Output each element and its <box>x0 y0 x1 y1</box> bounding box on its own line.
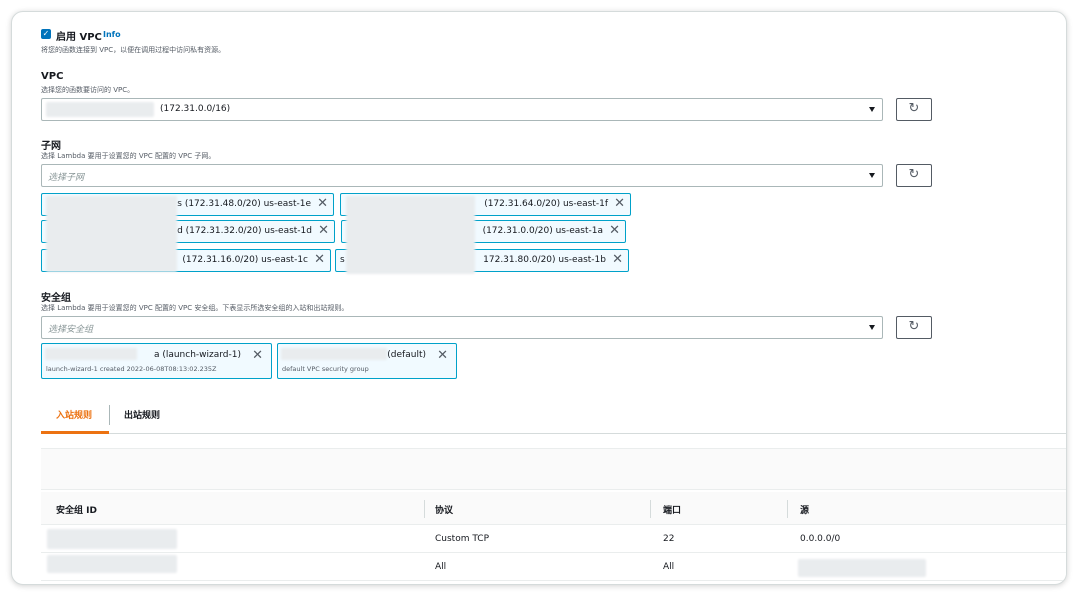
table-toolbar <box>41 448 1066 490</box>
close-icon[interactable]: ✕ <box>437 348 448 363</box>
security-group-token: (default) default VPC security group ✕ <box>277 343 457 379</box>
close-icon[interactable]: ✕ <box>609 223 620 239</box>
table-row: Custom TCP 22 0.0.0.0/0 <box>41 525 1066 553</box>
cell-protocol: All <box>435 562 447 572</box>
close-icon[interactable]: ✕ <box>318 223 329 239</box>
cell-port: 22 <box>663 534 675 544</box>
redacted-sg-name <box>45 348 137 360</box>
subnet-label: 子网 <box>41 141 61 152</box>
subnet-description: 选择 Lambda 要用于设置您的 VPC 配置的 VPC 子网。 <box>41 152 216 160</box>
table-header: 安全组 ID 协议 端口 源 <box>41 492 1066 525</box>
caret-down-icon <box>869 325 875 330</box>
cell-port: All <box>663 562 675 572</box>
security-group-placeholder: 选择安全组 <box>48 325 94 335</box>
column-divider <box>424 500 425 518</box>
refresh-icon: ↻ <box>908 167 920 182</box>
caret-down-icon <box>869 173 875 178</box>
subnet-token-prefix: s <box>340 255 345 265</box>
close-icon[interactable]: ✕ <box>614 196 625 212</box>
close-icon[interactable]: ✕ <box>612 252 623 268</box>
security-group-select[interactable]: 选择安全组 <box>41 316 883 339</box>
security-group-token: a (launch-wizard-1) launch-wizard-1 crea… <box>41 343 272 379</box>
security-group-refresh-button[interactable]: ↻ <box>896 316 932 339</box>
enable-vpc-checkbox[interactable]: ✓ <box>41 29 51 39</box>
subnet-token-label: (172.31.0.0/20) us-east-1a <box>482 226 603 236</box>
caret-down-icon <box>869 107 875 112</box>
rules-tabs: 入站规则 出站规则 <box>41 399 1066 434</box>
vpc-config-panel: ✓ 启用 VPC Info 将您的函数连接到 VPC，以便在调用过程中访问私有资… <box>11 11 1067 585</box>
vpc-select[interactable]: (172.31.0.0/16) <box>41 98 883 121</box>
column-header-protocol: 协议 <box>435 506 454 516</box>
close-icon[interactable]: ✕ <box>317 196 328 212</box>
tab-divider <box>109 405 110 425</box>
security-group-description: 选择 Lambda 要用于设置您的 VPC 配置的 VPC 安全组。下表显示所选… <box>41 304 349 312</box>
column-divider <box>787 500 788 518</box>
active-tab-indicator <box>41 431 109 434</box>
redacted-subnet-names <box>346 196 475 274</box>
close-icon[interactable]: ✕ <box>314 252 325 268</box>
redacted-subnet-names <box>46 196 177 272</box>
close-icon[interactable]: ✕ <box>252 348 263 363</box>
redacted-source <box>798 559 926 577</box>
enable-vpc-label: 启用 VPC <box>56 32 102 43</box>
redacted-vpc-id <box>46 102 154 117</box>
enable-vpc-description: 将您的函数连接到 VPC，以便在调用过程中访问私有资源。 <box>41 46 226 54</box>
security-group-token-desc: default VPC security group <box>282 365 369 373</box>
security-group-token-name: (default) <box>387 350 426 360</box>
column-header-source: 源 <box>800 506 810 516</box>
subnet-token-label: (172.31.64.0/20) us-east-1f <box>484 199 608 209</box>
security-group-token-desc: launch-wizard-1 created 2022-06-08T08:13… <box>46 365 217 373</box>
column-header-sg-id: 安全组 ID <box>56 506 97 516</box>
subnet-token-label: d (172.31.32.0/20) us-east-1d <box>177 226 312 236</box>
vpc-label: VPC <box>41 71 64 82</box>
subnet-token-label: s (172.31.48.0/20) us-east-1e <box>177 199 311 209</box>
tab-inbound-rules[interactable]: 入站规则 <box>56 408 92 421</box>
cell-protocol: Custom TCP <box>435 534 490 544</box>
info-link[interactable]: Info <box>103 30 121 39</box>
cell-source: 0.0.0.0/0 <box>800 534 841 544</box>
subnet-token-label: (172.31.16.0/20) us-east-1c <box>182 255 308 265</box>
vpc-description: 选择您的函数要访问的 VPC。 <box>41 86 135 94</box>
redacted-sg-name <box>281 348 387 360</box>
tab-outbound-rules[interactable]: 出站规则 <box>124 408 160 421</box>
subnet-placeholder: 选择子网 <box>48 173 85 183</box>
refresh-icon: ↻ <box>908 101 920 116</box>
column-header-port: 端口 <box>663 506 682 516</box>
subnet-token-label: 172.31.80.0/20) us-east-1b <box>483 255 606 265</box>
table-row: All All <box>41 553 1066 581</box>
vpc-select-value: (172.31.0.0/16) <box>160 104 231 114</box>
vpc-refresh-button[interactable]: ↻ <box>896 98 932 121</box>
redacted-sg-id <box>47 555 177 573</box>
refresh-icon: ↻ <box>908 319 920 334</box>
column-divider <box>650 500 651 518</box>
subnet-refresh-button[interactable]: ↻ <box>896 164 932 187</box>
security-group-label: 安全组 <box>41 293 71 304</box>
redacted-sg-id <box>47 529 177 549</box>
subnet-select[interactable]: 选择子网 <box>41 164 883 187</box>
security-group-token-name: a (launch-wizard-1) <box>153 350 241 360</box>
